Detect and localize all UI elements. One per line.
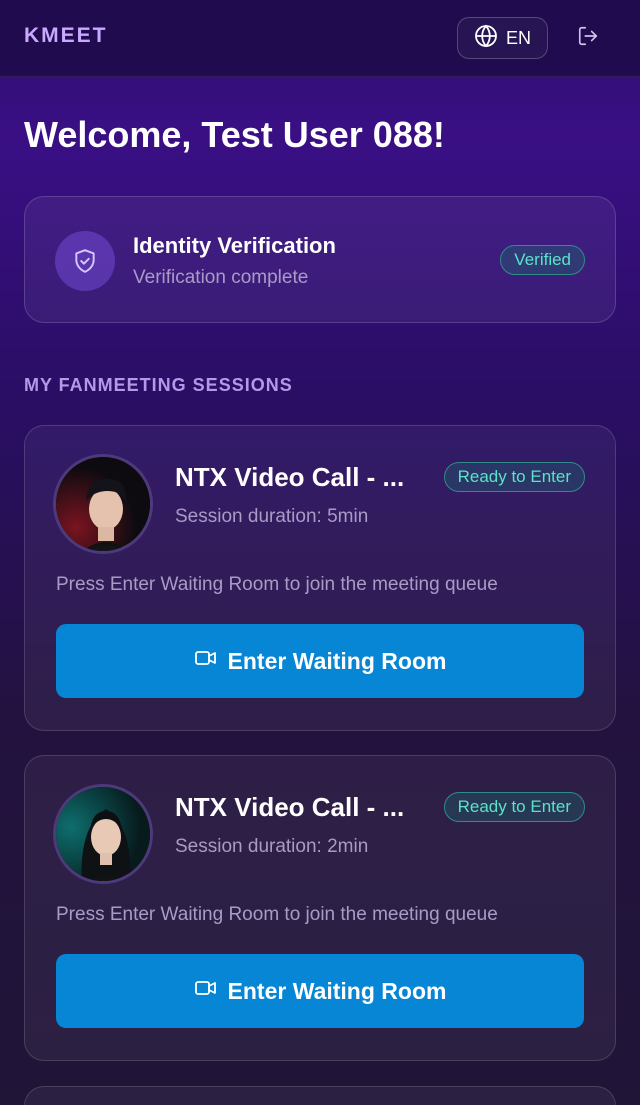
session-duration: Session duration: 5min <box>175 506 369 527</box>
brand-logo[interactable]: KMEET <box>24 24 108 48</box>
logout-button[interactable] <box>572 22 604 54</box>
session-card: NTX Video Call - ... Ready to Enter Sess… <box>24 425 616 731</box>
session-hint: Press Enter Waiting Room to join the mee… <box>56 904 498 925</box>
verification-subtitle: Verification complete <box>133 267 309 288</box>
enter-waiting-room-label: Enter Waiting Room <box>227 647 447 674</box>
avatar <box>53 784 153 884</box>
language-label: EN <box>505 27 531 48</box>
status-badge: Ready to Enter <box>443 792 585 822</box>
shield-check-icon <box>55 231 115 291</box>
avatar <box>53 454 153 554</box>
status-badge: Ready to Enter <box>443 462 585 492</box>
enter-waiting-room-button[interactable]: Enter Waiting Room <box>56 624 584 698</box>
video-camera-icon <box>194 976 218 1006</box>
verified-badge: Verified <box>500 245 585 275</box>
enter-waiting-room-label: Enter Waiting Room <box>227 977 447 1004</box>
top-bar: KMEET EN <box>0 0 640 77</box>
language-button[interactable]: EN <box>457 17 548 59</box>
verification-title: Identity Verification <box>133 233 336 258</box>
session-title: NTX Video Call - ... <box>175 792 405 822</box>
sessions-heading: MY FANMEETING SESSIONS <box>24 375 293 395</box>
session-card: NTX Video Call - ... Ready to Enter Sess… <box>24 755 616 1061</box>
welcome-title: Welcome, Test User 088! <box>24 114 445 155</box>
identity-verification-card: Identity Verification Verification compl… <box>24 196 616 323</box>
globe-icon <box>474 24 498 53</box>
session-title: NTX Video Call - ... <box>175 462 405 492</box>
session-card-partial <box>24 1086 616 1105</box>
video-camera-icon <box>194 646 218 676</box>
session-hint: Press Enter Waiting Room to join the mee… <box>56 574 498 595</box>
enter-waiting-room-button[interactable]: Enter Waiting Room <box>56 954 584 1028</box>
logout-icon <box>577 25 599 52</box>
session-duration: Session duration: 2min <box>175 836 369 857</box>
